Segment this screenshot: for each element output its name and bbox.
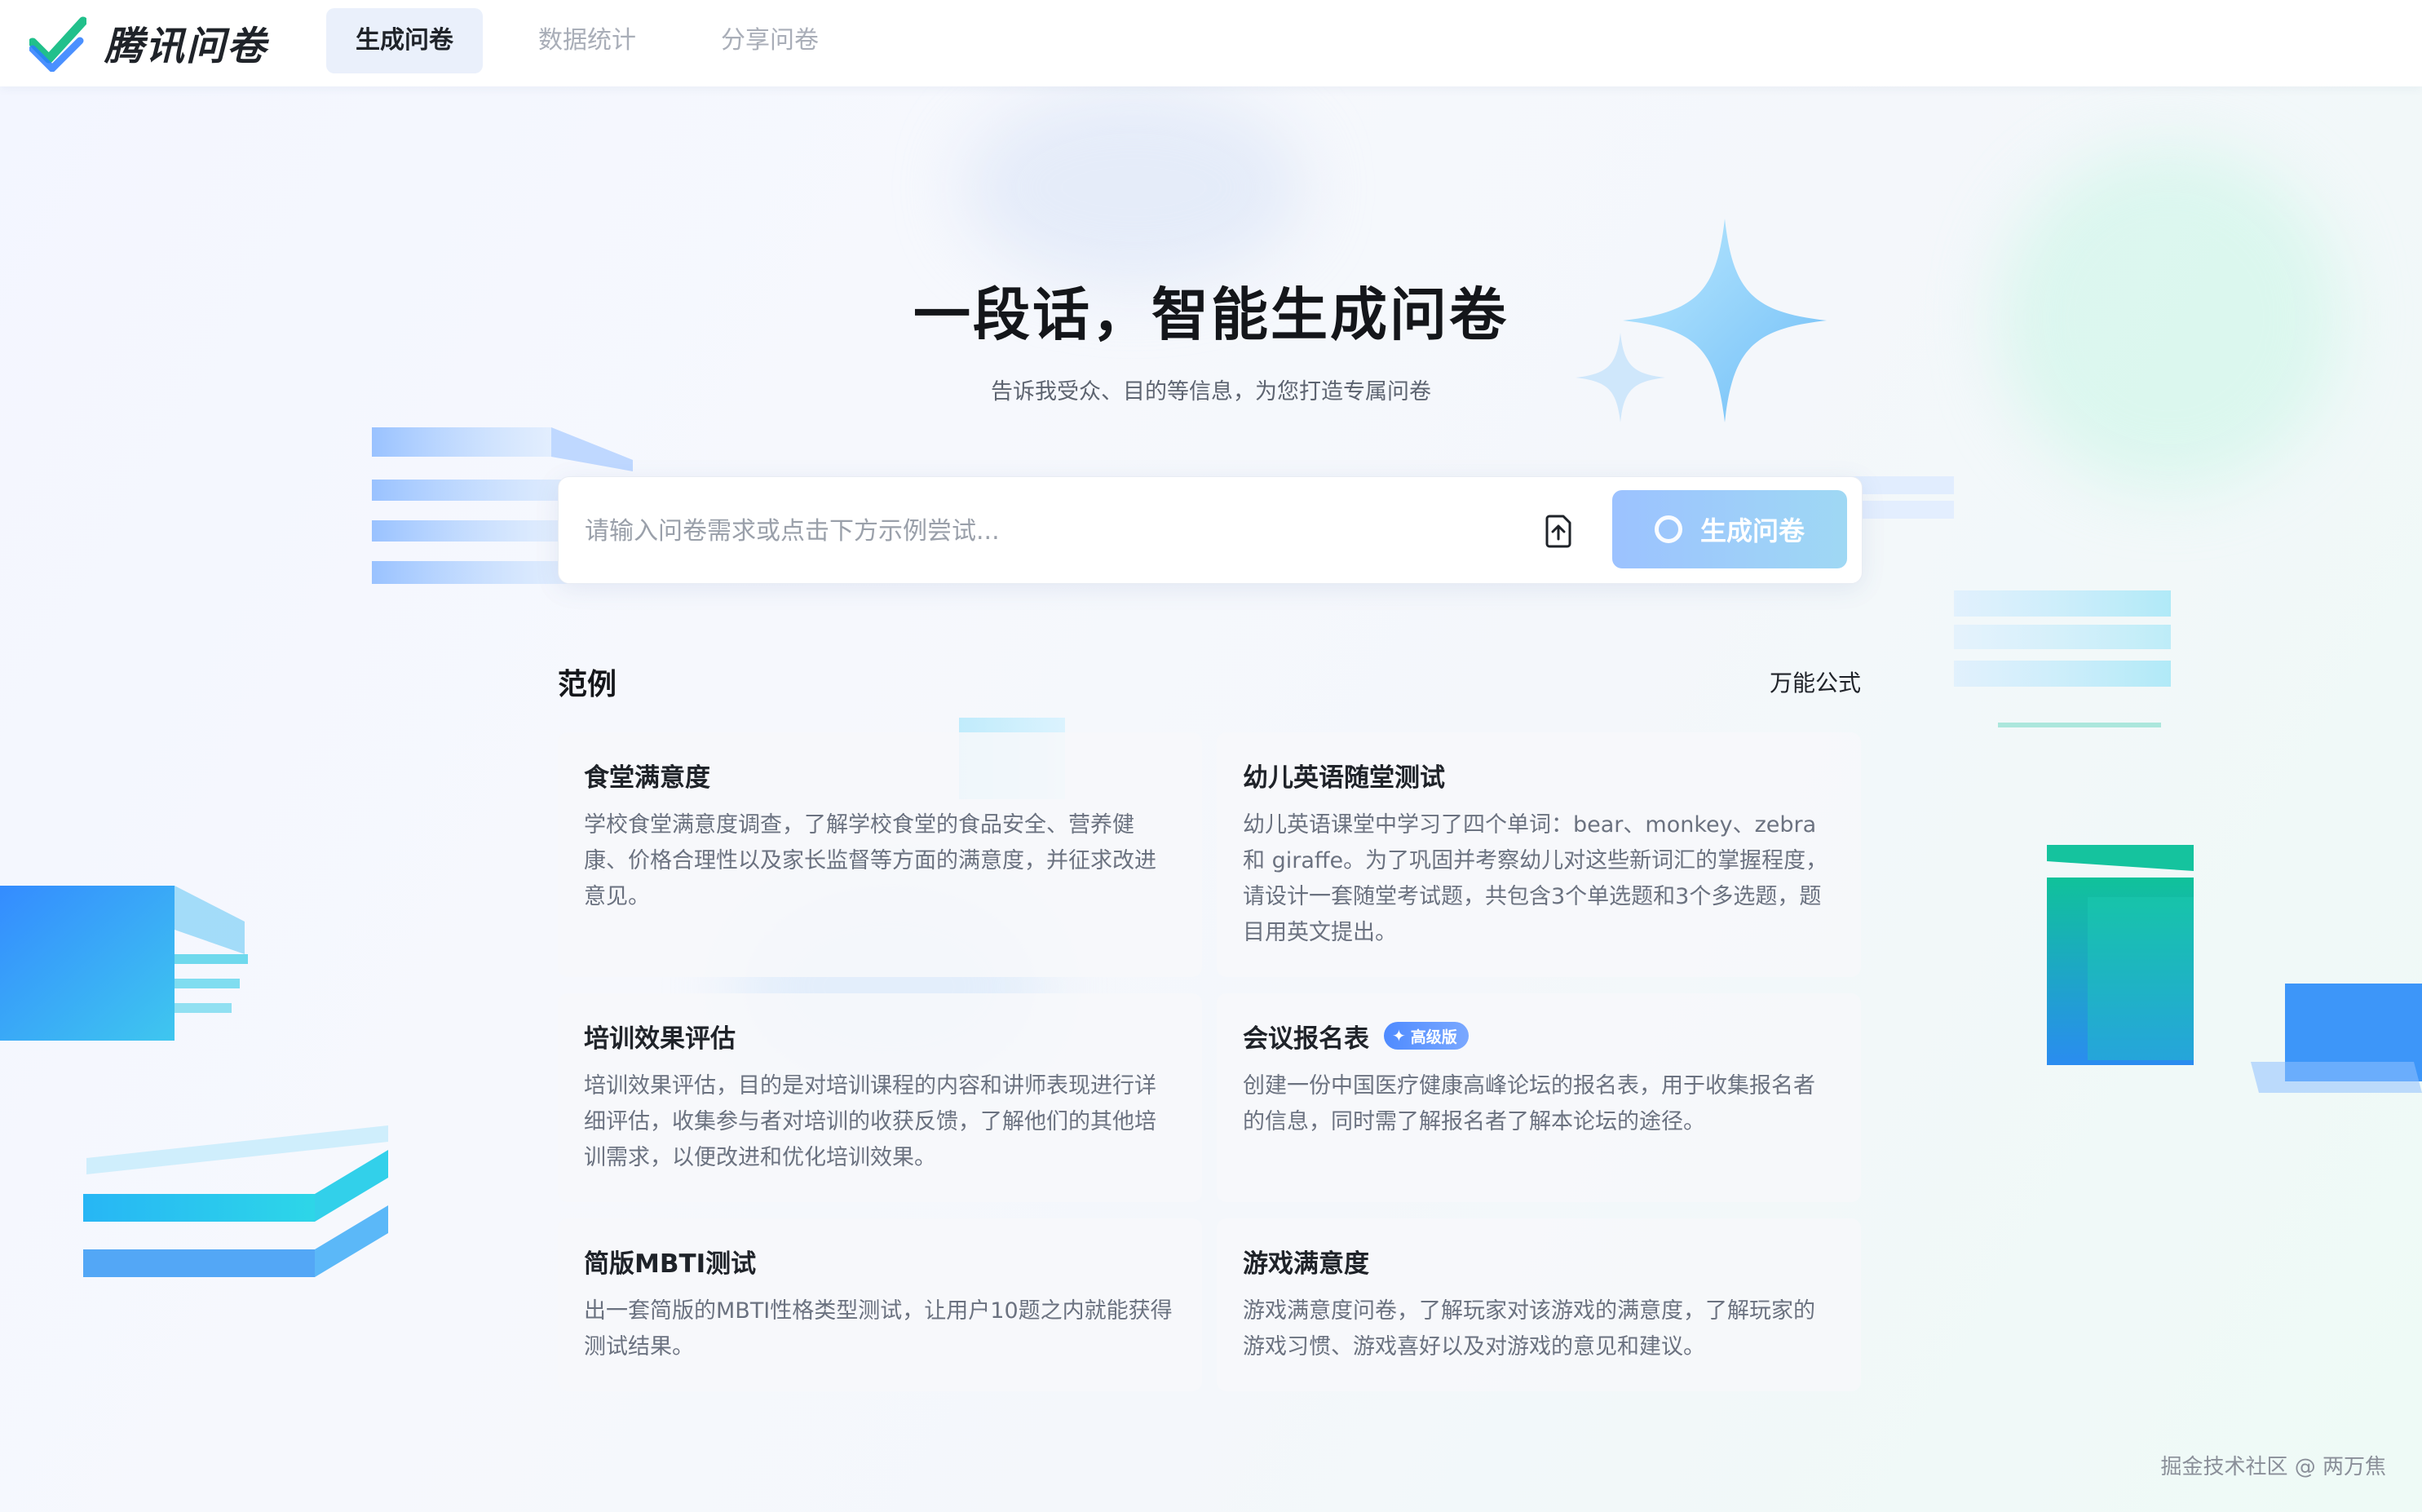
example-card-description: 创建一份中国医疗健康高峰论坛的报名表，用于收集报名者的信息，同时需了解报名者了解… (1243, 1073, 1815, 1134)
example-card-description: 出一套简版的MBTI性格类型测试，让用户10题之内就能获得测试结果。 (584, 1298, 1173, 1359)
tab-share-survey[interactable]: 分享问卷 (705, 8, 835, 73)
watermark-text: 掘金技术社区 @ 两万焦 (2160, 1455, 2386, 1479)
brand-name: 腾讯问卷 (104, 24, 268, 69)
examples-heading: 范例 (558, 668, 617, 701)
prompt-box: 生成问卷 (558, 476, 1863, 584)
hero-subtitle: 告诉我受众、目的等信息，为您打造专属问卷 (991, 379, 1431, 405)
loading-circle-icon (1654, 515, 1682, 543)
example-card-training[interactable]: 培训效果评估 培训效果评估，目的是对培训课程的内容和讲师表现进行详细评估，收集参… (558, 993, 1202, 1202)
example-card-description: 培训效果评估，目的是对培训课程的内容和讲师表现进行详细评估，收集参与者对培训的收… (584, 1073, 1156, 1170)
hero-title: 一段话，智能生成问卷 (913, 281, 1509, 348)
example-card-title: 食堂满意度 (584, 763, 710, 793)
example-card-description: 学校食堂满意度调查，了解学校食堂的食品安全、营养健康、价格合理性以及家长监督等方… (584, 812, 1156, 909)
decorative-cube-right (2251, 984, 2422, 1093)
example-card-title: 培训效果评估 (584, 1023, 736, 1054)
premium-badge: ✦ 高级版 (1384, 1022, 1469, 1050)
example-card-description: 幼儿英语课堂中学习了四个单词：bear、monkey、zebra 和 giraf… (1243, 812, 1828, 945)
example-card-title: 游戏满意度 (1243, 1249, 1369, 1279)
example-card-english-test[interactable]: 幼儿英语随堂测试 幼儿英语课堂中学习了四个单词：bear、monkey、zebr… (1217, 732, 1861, 977)
decorative-bars-left-bottom (83, 1125, 388, 1277)
generate-survey-button[interactable]: 生成问卷 (1612, 490, 1847, 568)
top-navigation-bar: 腾讯问卷 生成问卷 数据统计 分享问卷 (0, 0, 2422, 86)
example-card-description: 游戏满意度问卷，了解玩家对该游戏的满意度，了解玩家的游戏习惯、游戏喜好以及对游戏… (1243, 1298, 1815, 1359)
generate-survey-label: 生成问卷 (1699, 516, 1805, 546)
example-card-title: 简版MBTI测试 (584, 1249, 757, 1279)
example-card-canteen[interactable]: 食堂满意度 学校食堂满意度调查，了解学校食堂的食品安全、营养健康、价格合理性以及… (558, 732, 1202, 977)
example-card-title: 幼儿英语随堂测试 (1243, 763, 1445, 793)
brand-logo[interactable]: 腾讯问卷 (29, 13, 267, 72)
tab-data-statistics[interactable]: 数据统计 (522, 8, 652, 73)
decorative-cube-left (0, 886, 248, 1041)
upload-icon (1545, 515, 1571, 548)
decorative-bars-right-top (1851, 476, 2171, 727)
upload-file-button[interactable] (1539, 511, 1578, 550)
example-card-mbti[interactable]: 简版MBTI测试 出一套简版的MBTI性格类型测试，让用户10题之内就能获得测试… (558, 1218, 1202, 1391)
premium-badge-label: 高级版 (1410, 1028, 1457, 1046)
example-card-game[interactable]: 游戏满意度 游戏满意度问卷，了解玩家对该游戏的满意度，了解玩家的游戏习惯、游戏喜… (1217, 1218, 1861, 1391)
universal-formula-link[interactable]: 万能公式 (1770, 665, 1861, 698)
example-card-title: 会议报名表 (1243, 1023, 1369, 1054)
decorative-tower-right (2047, 845, 2194, 1065)
example-card-registration[interactable]: 会议报名表 ✦ 高级版 创建一份中国医疗健康高峰论坛的报名表，用于收集报名者的信… (1217, 993, 1861, 1202)
background-glow (962, 90, 1305, 285)
example-card-title-row: 会议报名表 ✦ 高级版 (1243, 1018, 1835, 1054)
sparkle-icon: ✦ (1392, 1026, 1406, 1046)
checkmark-logo-icon (29, 16, 86, 72)
survey-requirement-input[interactable] (583, 502, 1565, 560)
tab-generate-survey[interactable]: 生成问卷 (326, 8, 483, 73)
